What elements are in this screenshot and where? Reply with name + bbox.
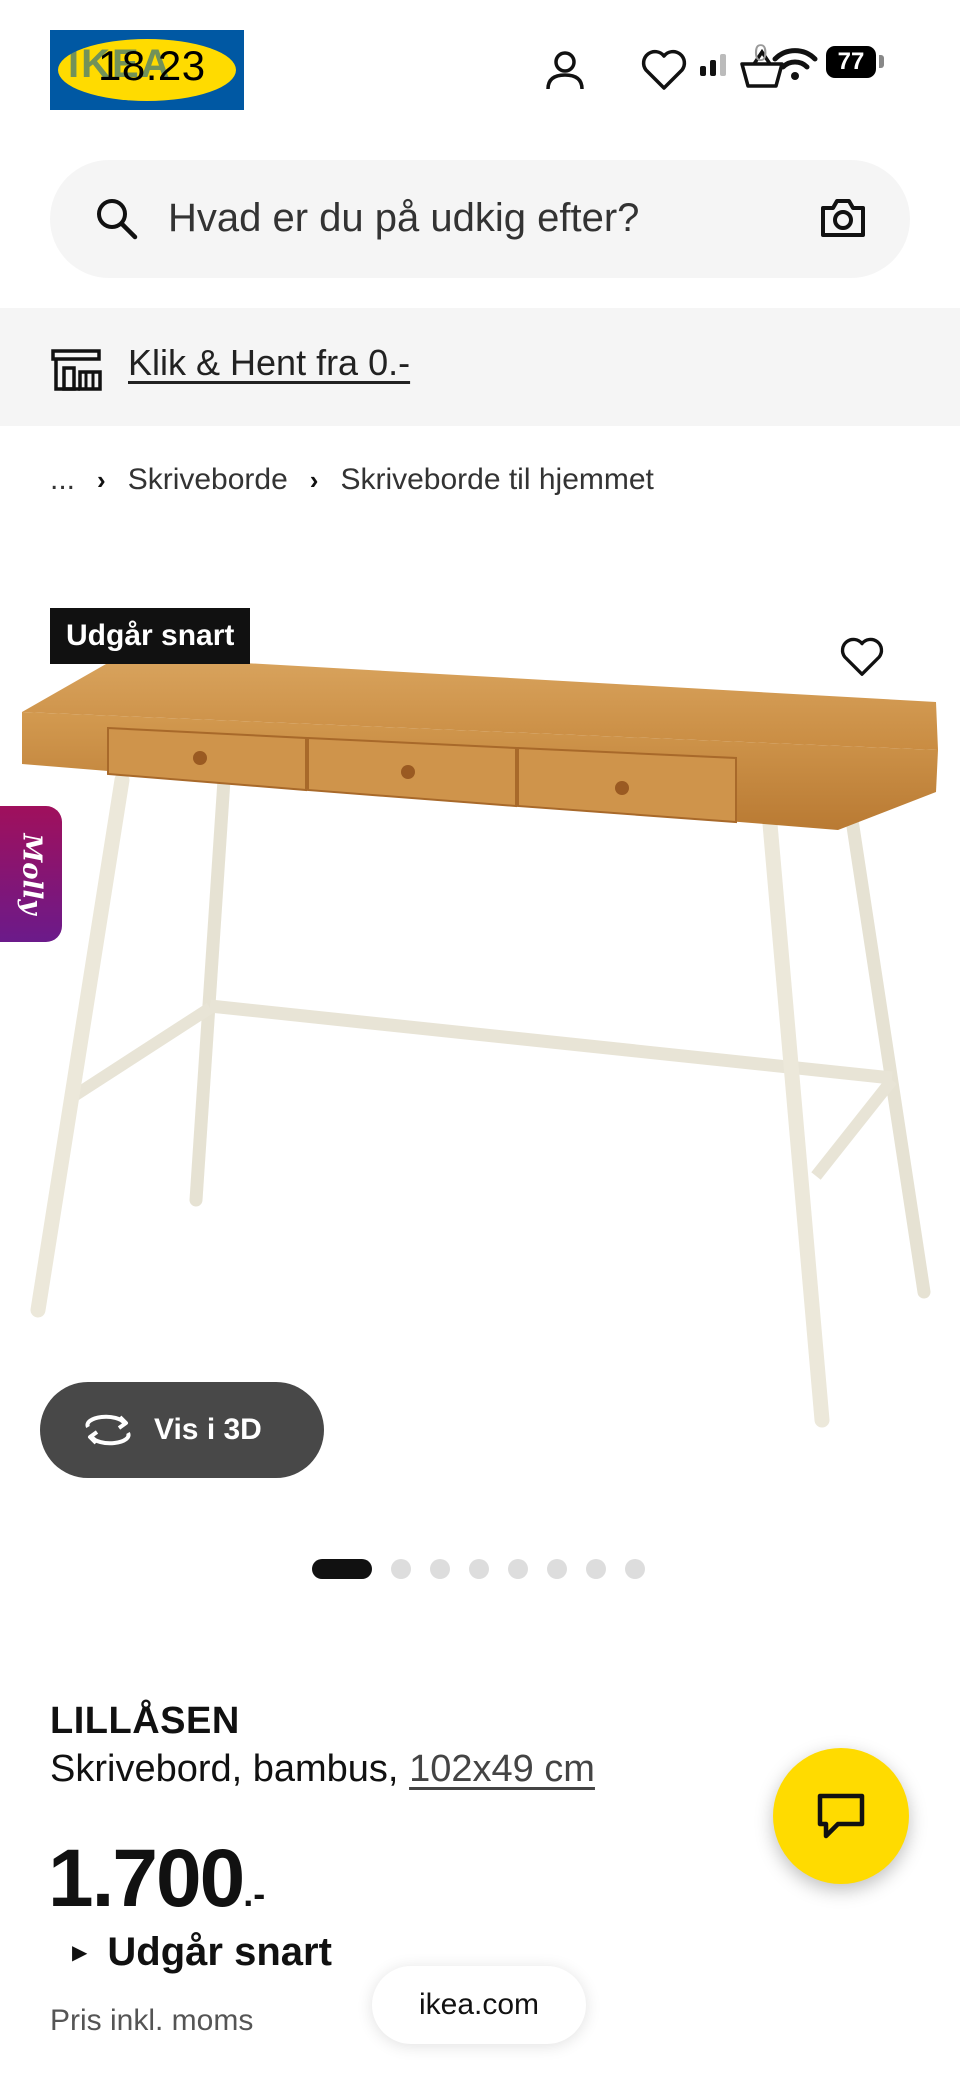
gallery-dot[interactable] xyxy=(508,1559,528,1579)
top-bar: IKEA 18.23 0 77 xyxy=(0,0,960,150)
ikea-logo[interactable]: IKEA 18.23 xyxy=(50,30,244,110)
availability-label: Udgår snart xyxy=(107,1930,332,1974)
view-3d-button[interactable]: Vis i 3D xyxy=(40,1382,324,1478)
gallery-dot[interactable] xyxy=(625,1559,645,1579)
caret-right-icon: ▶ xyxy=(72,1942,88,1964)
product-price: 1.700.- xyxy=(48,1832,265,1926)
gallery-dot[interactable] xyxy=(547,1559,567,1579)
discontinued-badge: Udgår snart xyxy=(50,608,251,664)
search-input[interactable] xyxy=(168,186,808,250)
heart-icon xyxy=(840,637,884,676)
chat-icon xyxy=(817,1793,865,1839)
wifi-icon xyxy=(772,44,818,84)
view-3d-label: Vis i 3D xyxy=(154,1413,262,1446)
search-icon xyxy=(94,196,138,245)
battery-tip xyxy=(879,55,884,68)
battery-indicator: 77 xyxy=(826,46,876,78)
price-suffix: .- xyxy=(243,1873,266,1914)
molly-assistant-tab[interactable]: Molly xyxy=(0,806,62,942)
browser-url-pill[interactable]: ikea.com xyxy=(372,1966,586,2044)
gallery-dot-active[interactable] xyxy=(312,1559,372,1579)
chat-button[interactable] xyxy=(773,1748,909,1884)
product-dimensions-link[interactable]: 102x49 cm xyxy=(409,1748,595,1790)
camera-icon[interactable] xyxy=(820,198,866,243)
chevron-right-icon: › xyxy=(309,464,319,495)
product-name: LILLÅSEN xyxy=(50,1700,240,1742)
click-collect-link[interactable]: Klik & Hent fra 0.- xyxy=(128,342,410,384)
status-time: 18.23 xyxy=(98,42,206,89)
signal-icon xyxy=(700,44,726,84)
availability-toggle[interactable]: ▶ Udgår snart xyxy=(72,1930,332,1975)
account-icon[interactable] xyxy=(537,42,593,98)
gallery-dot[interactable] xyxy=(391,1559,411,1579)
cart-count: 0 xyxy=(754,40,768,67)
price-value: 1.700 xyxy=(48,1833,245,1924)
vat-note: Pris inkl. moms xyxy=(50,2004,254,2037)
breadcrumb-item-skriveborde[interactable]: Skriveborde xyxy=(128,463,288,497)
desk-illustration xyxy=(22,622,938,1428)
breadcrumb-item-home-desks[interactable]: Skriveborde til hjemmet xyxy=(340,463,653,497)
gallery-dot[interactable] xyxy=(586,1559,606,1579)
molly-label: Molly xyxy=(16,833,47,915)
chevron-right-icon: › xyxy=(97,464,106,495)
product-image[interactable] xyxy=(0,560,960,1520)
search-bar[interactable] xyxy=(50,160,910,278)
click-collect-banner: Klik & Hent fra 0.- xyxy=(0,308,960,426)
breadcrumb: ... › Skriveborde › Skriveborde til hjem… xyxy=(50,458,654,502)
gallery-dot[interactable] xyxy=(430,1559,450,1579)
gallery-pagination xyxy=(312,1558,664,1580)
product-description-text: Skrivebord, bambus, xyxy=(50,1748,410,1790)
gallery-dot[interactable] xyxy=(469,1559,489,1579)
rotate-3d-icon xyxy=(82,1413,134,1447)
product-description: Skrivebord, bambus, 102x49 cm xyxy=(50,1748,595,1791)
favourites-icon[interactable] xyxy=(636,42,692,98)
add-to-favourites-button[interactable] xyxy=(830,625,894,689)
breadcrumb-ellipsis[interactable]: ... xyxy=(50,463,75,497)
store-icon xyxy=(50,348,102,397)
